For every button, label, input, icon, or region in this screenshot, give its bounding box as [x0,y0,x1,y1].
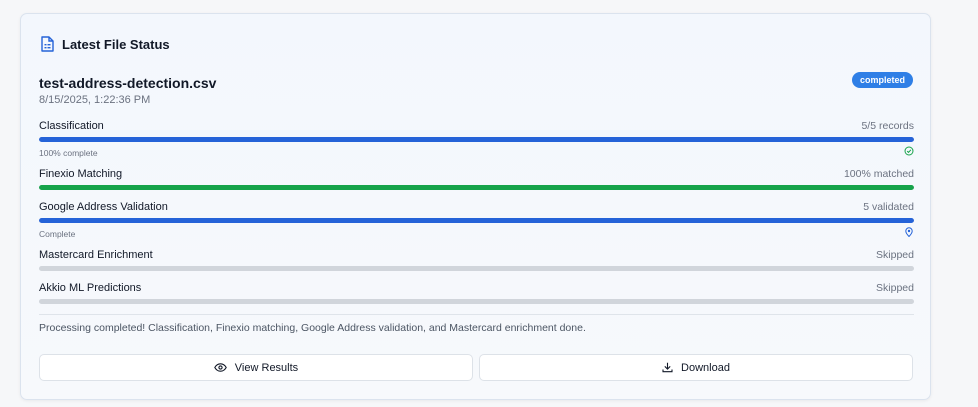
step-value: Skipped [876,249,914,261]
card-title: Latest File Status [62,36,170,52]
step-finexio-matching: Finexio Matching 100% matched [39,168,914,192]
file-timestamp: 8/15/2025, 1:22:36 PM [39,94,151,106]
progress-bar [39,137,914,142]
file-status-card: Latest File Status test-address-detectio… [20,13,931,400]
download-button[interactable]: Download [479,354,913,381]
document-icon [41,36,54,52]
step-value: 100% matched [843,168,914,180]
step-classification: Classification 5/5 records 100% complete [39,120,914,160]
step-value: Skipped [876,282,914,294]
map-pin-icon [905,227,913,237]
step-google-address-validation: Google Address Validation 5 validated Co… [39,201,914,241]
progress-bar [39,266,914,271]
progress-fill [39,185,914,190]
step-label: Classification [39,120,104,132]
eye-icon [213,363,227,372]
status-badge: completed [851,72,913,88]
step-akkio-ml-predictions: Akkio ML Predictions Skipped [39,282,914,306]
step-label: Google Address Validation [39,201,168,213]
download-icon [662,362,673,373]
step-subtext: 100% complete [39,148,98,158]
view-results-label: View Results [234,361,299,374]
progress-fill [39,218,914,223]
view-results-button[interactable]: View Results [39,354,473,381]
step-label: Akkio ML Predictions [39,282,142,294]
step-label: Mastercard Enrichment [39,249,153,261]
completion-message: Processing completed! Classification, Fi… [39,322,586,334]
step-value: 5/5 records [861,120,914,132]
step-subtext: Complete [39,229,76,239]
step-label: Finexio Matching [39,168,123,180]
step-value: 5 validated [863,201,914,213]
card-header: Latest File Status [40,36,170,52]
check-circle-icon [904,146,914,156]
download-label: Download [681,361,730,374]
progress-bar [39,299,914,304]
progress-bar [39,218,914,223]
step-mastercard-enrichment: Mastercard Enrichment Skipped [39,249,914,273]
progress-bar [39,185,914,190]
file-name: test-address-detection.csv [39,75,217,91]
divider [39,314,914,315]
progress-fill [39,137,914,142]
